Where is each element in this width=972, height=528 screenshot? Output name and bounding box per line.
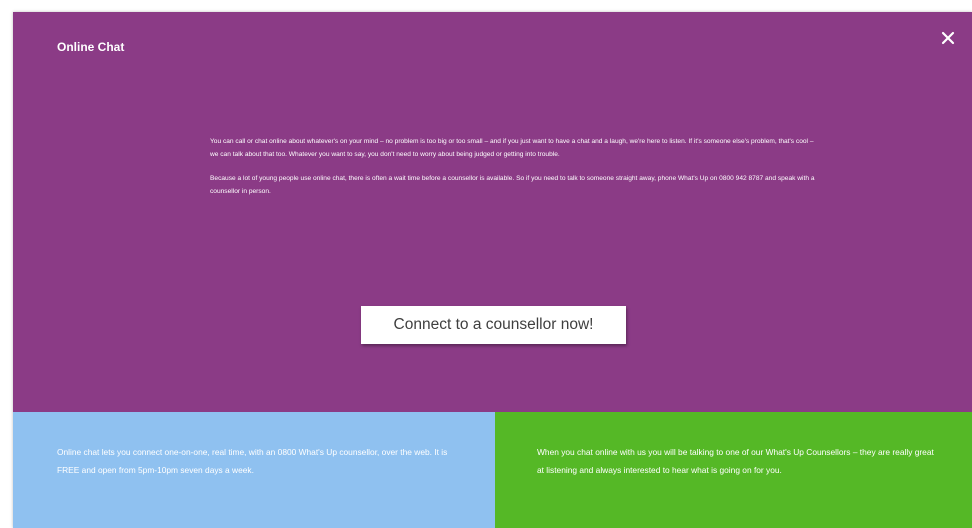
- connect-counsellor-button[interactable]: Connect to a counsellor now!: [361, 306, 626, 344]
- info-panel-left: Online chat lets you connect one-on-one,…: [13, 412, 495, 528]
- close-icon[interactable]: [938, 28, 958, 48]
- info-panel-right: When you chat online with us you will be…: [495, 412, 972, 528]
- info-panel-text: When you chat online with us you will be…: [537, 447, 934, 475]
- chat-window: Online Chat You can call or chat online …: [13, 12, 972, 528]
- intro-paragraph: You can call or chat online about whatev…: [210, 138, 814, 158]
- online-chat-modal: Online Chat You can call or chat online …: [13, 12, 972, 412]
- modal-title: Online Chat: [57, 40, 125, 54]
- intro-paragraph: Because a lot of young people use online…: [210, 175, 815, 195]
- info-panel-text: Online chat lets you connect one-on-one,…: [57, 447, 448, 475]
- intro-text: You can call or chat online about whatev…: [210, 136, 822, 210]
